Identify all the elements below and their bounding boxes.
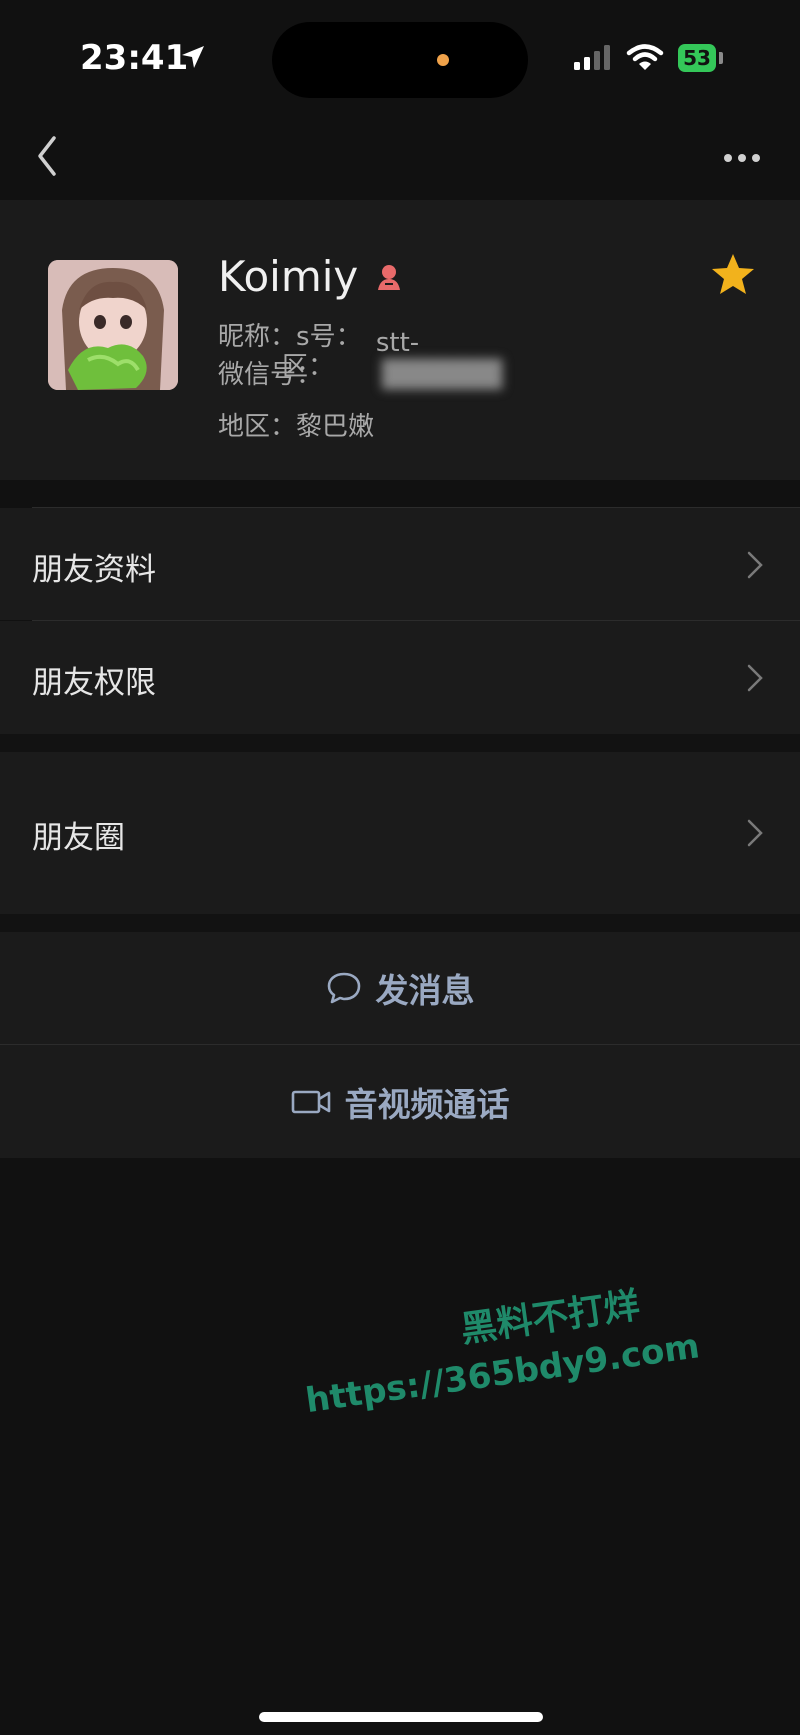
status-time: 23:41 — [80, 38, 189, 78]
section-gap — [0, 914, 800, 932]
overlay-text-2: 区： — [282, 352, 335, 382]
chevron-right-icon — [747, 819, 763, 847]
send-message-label: 发消息 — [375, 971, 475, 1010]
overlay-text-1: 号： — [309, 322, 362, 352]
chat-bubble-icon — [327, 972, 360, 1004]
video-call-label: 音视频通话 — [344, 1084, 510, 1124]
dynamic-island — [272, 22, 528, 98]
battery-level: 53 — [683, 46, 711, 70]
nickname-line: 昵称：s号： stt- — [218, 316, 419, 358]
status-bar: 23:41 53 — [0, 0, 800, 120]
signal-icon — [574, 45, 610, 70]
wechat-id-redacted: ██████ — [382, 360, 503, 390]
send-message-button[interactable]: 发消息 — [0, 932, 800, 1044]
row-friend-permissions[interactable]: 朋友权限 — [0, 621, 800, 734]
nickname-label: 昵称： — [218, 322, 297, 352]
region-value: 黎巴嫩 — [296, 412, 375, 442]
chevron-right-icon — [747, 664, 763, 692]
row-moments[interactable]: 朋友圈 — [0, 752, 800, 914]
wifi-icon — [626, 44, 664, 70]
back-chevron-icon[interactable] — [28, 132, 76, 180]
recording-indicator-dot — [437, 54, 449, 66]
row-label: 朋友圈 — [32, 820, 125, 856]
region-label: 地区： — [218, 412, 297, 442]
video-camera-icon — [291, 1090, 330, 1113]
nav-bar — [0, 120, 800, 200]
chevron-right-icon — [747, 551, 763, 579]
nickname-value: s — [296, 322, 310, 352]
star-icon[interactable] — [710, 252, 756, 296]
more-icon[interactable] — [714, 138, 770, 178]
profile-card: Koimiy 昵称：s号： stt- 微信号：区： ██████ 地区：黎巴嫩 — [0, 230, 800, 480]
row-friend-info[interactable]: 朋友资料 — [0, 508, 800, 620]
contact-name: Koimiy — [218, 252, 359, 301]
battery-icon: 53 — [678, 44, 716, 72]
female-icon — [378, 264, 401, 290]
battery-cap — [719, 52, 723, 64]
avatar[interactable] — [48, 260, 178, 390]
row-label: 朋友资料 — [32, 552, 156, 588]
home-indicator[interactable] — [259, 1712, 543, 1722]
section-gap — [0, 734, 800, 752]
watermark: 黑料不打烊 https://365bdy9.com — [296, 1275, 703, 1425]
video-call-button[interactable]: 音视频通话 — [0, 1045, 800, 1158]
wechat-id-line: 微信号：区： ██████ — [218, 352, 503, 391]
location-arrow-icon — [182, 46, 204, 68]
name-row: Koimiy — [218, 252, 404, 301]
profile-top-spacer — [0, 200, 800, 230]
region-line: 地区：黎巴嫩 — [218, 406, 374, 443]
row-label: 朋友权限 — [32, 665, 156, 701]
